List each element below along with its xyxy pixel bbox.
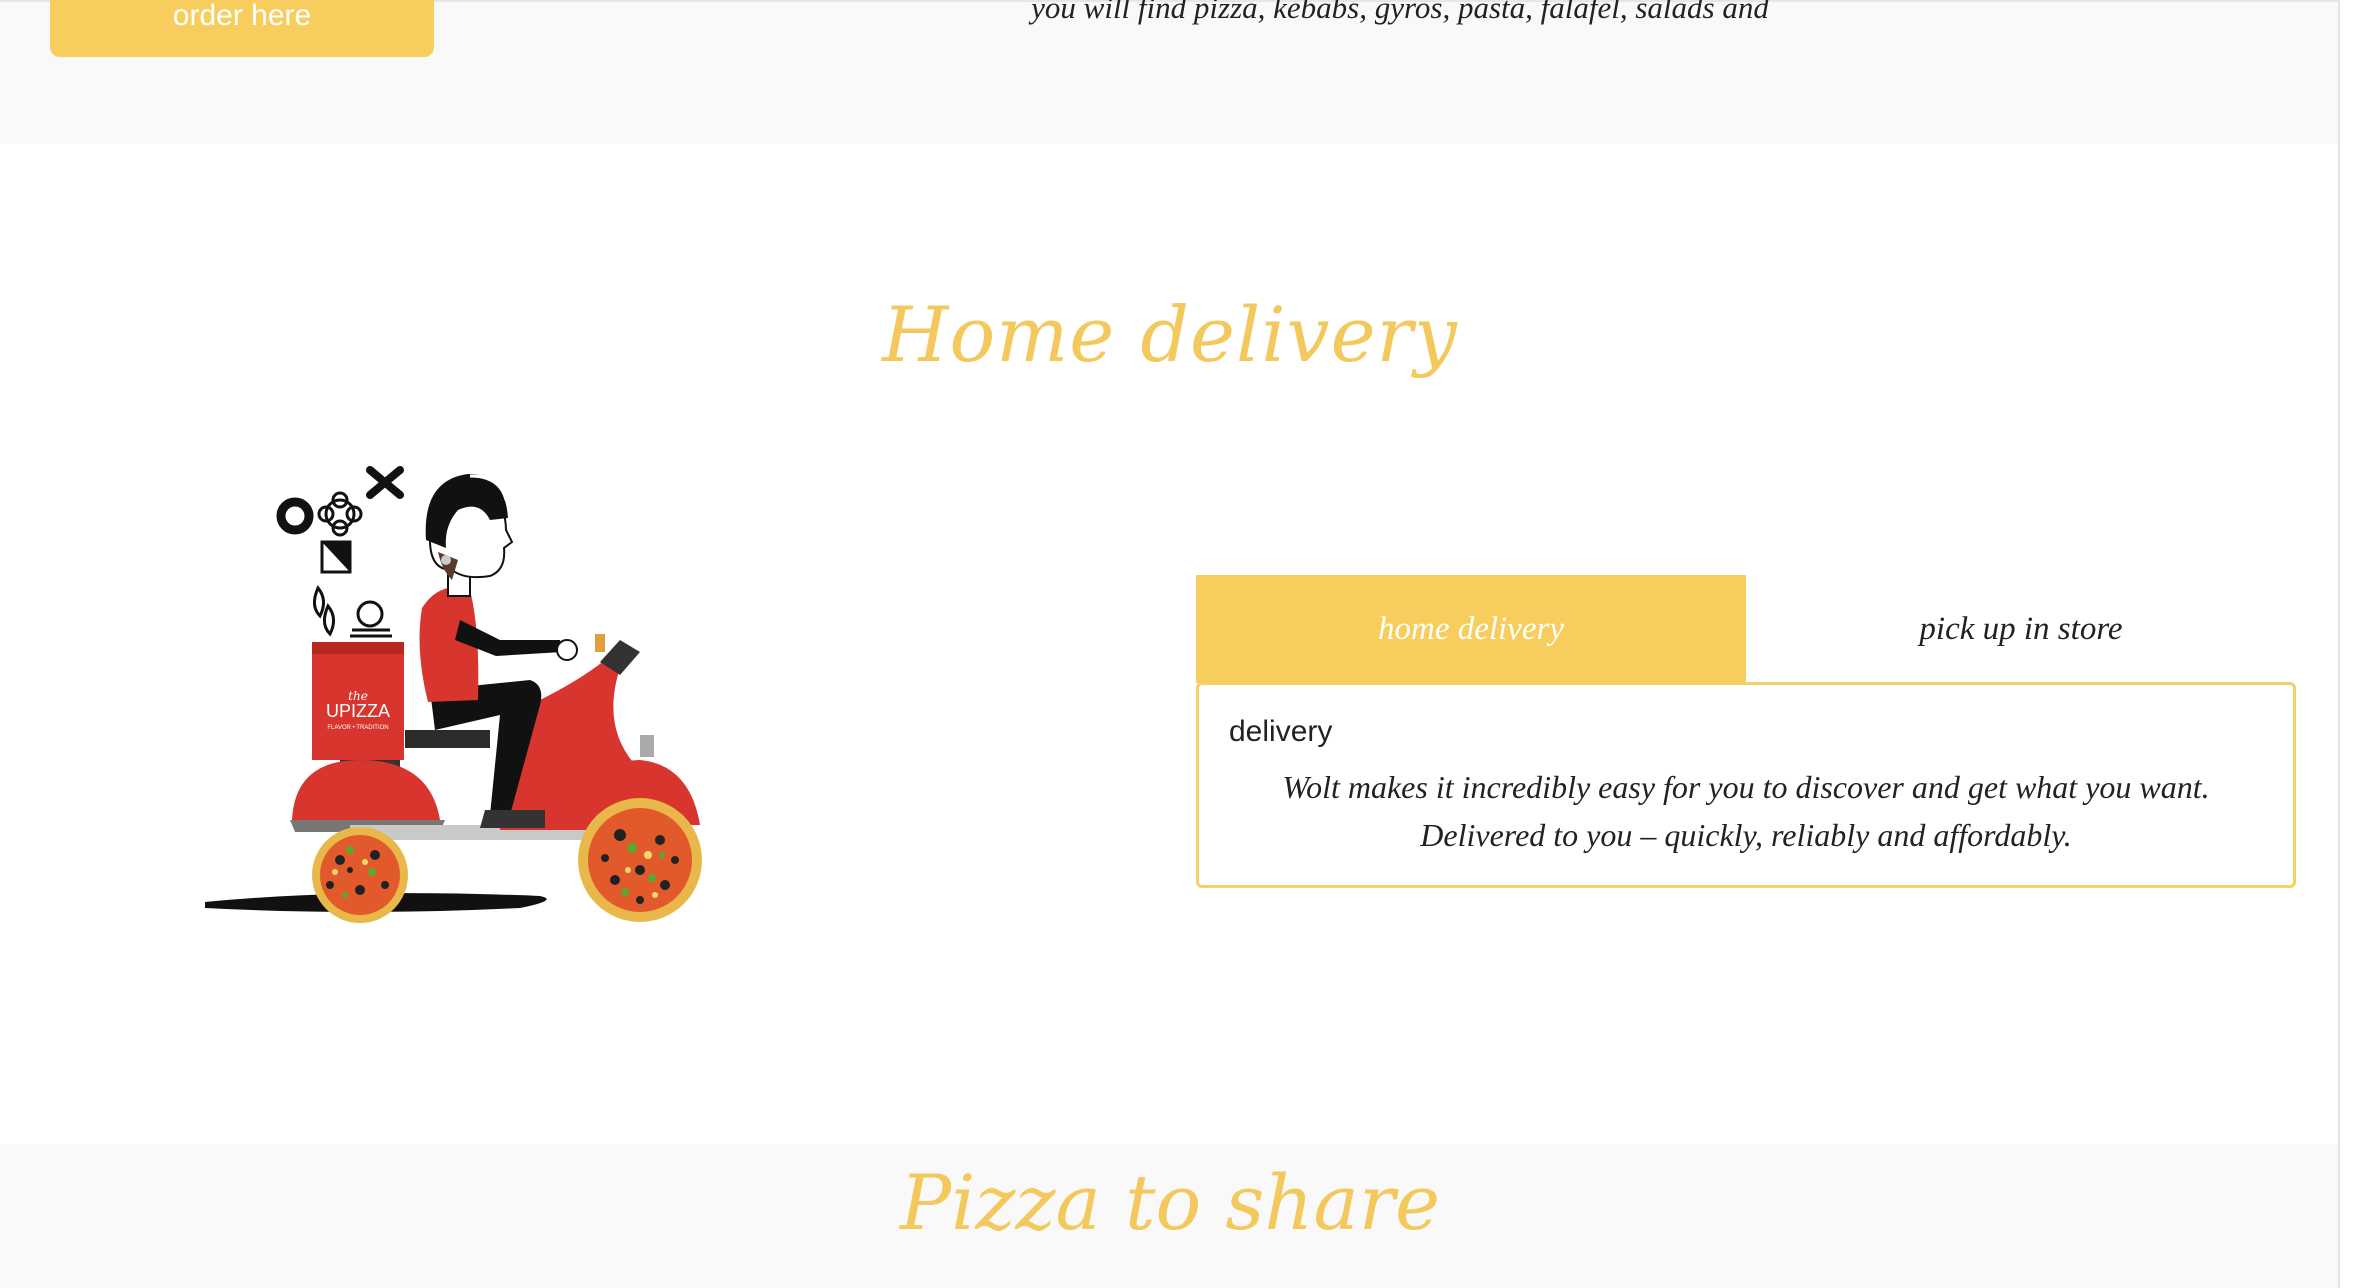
svg-text:FLAVOR • TRADITION: FLAVOR • TRADITION (327, 725, 388, 731)
order-here-button[interactable]: order here (50, 0, 434, 57)
pizza-box: the UPIZZA FLAVOR • TRADITION (312, 642, 404, 768)
panel-body: Wolt makes it incredibly easy for you to… (1199, 763, 2293, 859)
pizza-to-share-title: Pizza to share (899, 1158, 1440, 1247)
panel-heading: delivery (1229, 715, 1333, 748)
panel-line-2: Delivered to you – quickly, reliably and… (1420, 817, 2072, 853)
panel-line-1: Wolt makes it incredibly easy for you to… (1282, 769, 2210, 805)
svg-text:UPIZZA: UPIZZA (326, 701, 390, 721)
home-delivery-title: Home delivery (882, 290, 1458, 379)
food-icons (276, 466, 404, 638)
delivery-scooter-illustration: the UPIZZA FLAVOR • TRADITION (205, 466, 702, 923)
tab-pick-up-in-store[interactable]: pick up in store (1746, 575, 2296, 683)
delivery-tabs: home delivery pick up in store (1196, 575, 2296, 683)
intro-text: you will find pizza, kebabs, gyros, past… (1031, 0, 1769, 25)
delivery-tab-panel: delivery Wolt makes it incredibly easy f… (1196, 682, 2296, 888)
page: order here you will find pizza, kebabs, … (0, 0, 2354, 1288)
scrollbar[interactable] (2338, 0, 2354, 1288)
intro-section: order here you will find pizza, kebabs, … (0, 0, 2340, 144)
tab-home-delivery[interactable]: home delivery (1196, 575, 1746, 683)
